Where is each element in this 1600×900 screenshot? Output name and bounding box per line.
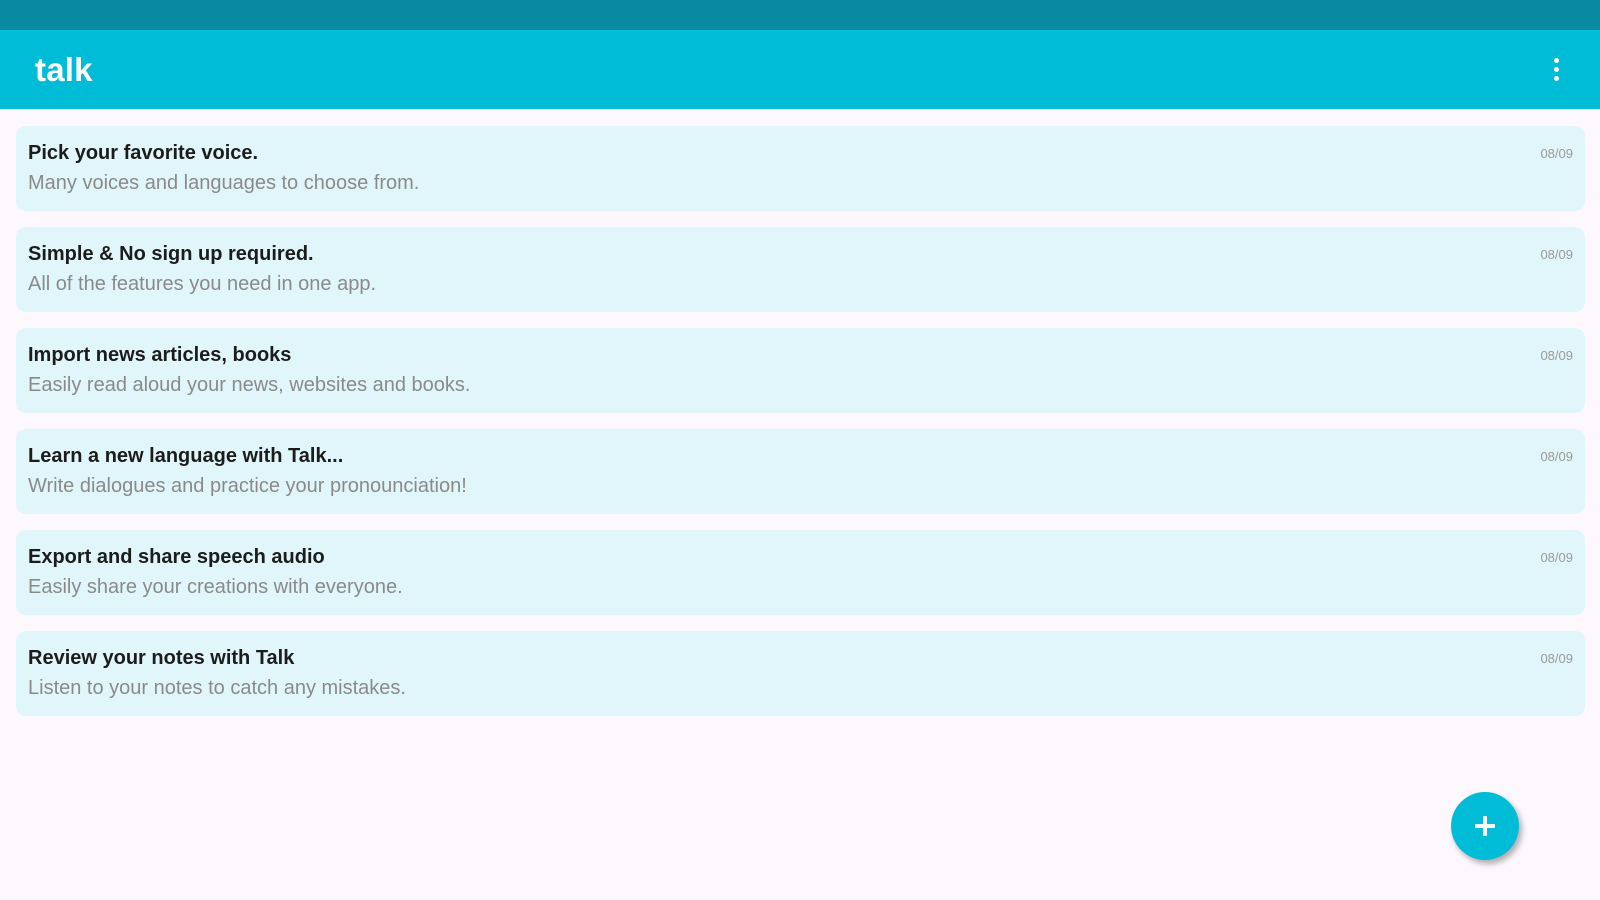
note-list: Pick your favorite voice. Many voices an… (16, 126, 1585, 716)
note-card[interactable]: Learn a new language with Talk... Write … (16, 429, 1585, 514)
note-title: Review your notes with Talk (28, 647, 295, 669)
note-title: Export and share speech audio (28, 546, 325, 568)
app-bar: talk (0, 30, 1600, 109)
note-title: Import news articles, books (28, 344, 292, 366)
note-card[interactable]: Import news articles, books Easily read … (16, 328, 1585, 413)
note-card[interactable]: Review your notes with Talk Listen to yo… (16, 631, 1585, 716)
note-title: Simple & No sign up required. (28, 243, 314, 265)
note-subtitle: Listen to your notes to catch any mistak… (28, 677, 406, 699)
note-date: 08/09 (1540, 449, 1573, 464)
note-date: 08/09 (1540, 550, 1573, 565)
note-subtitle: Easily read aloud your news, websites an… (28, 374, 471, 396)
plus-icon (1475, 816, 1495, 836)
note-date: 08/09 (1540, 146, 1573, 161)
app-title: talk (35, 50, 93, 88)
add-note-button[interactable] (1451, 792, 1519, 860)
note-subtitle: Many voices and languages to choose from… (28, 172, 420, 194)
status-bar (0, 0, 1600, 30)
note-title: Pick your favorite voice. (28, 142, 259, 164)
menu-dot (1553, 67, 1559, 72)
note-subtitle: Easily share your creations with everyon… (28, 576, 403, 598)
note-subtitle: All of the features you need in one app. (28, 273, 377, 295)
note-date: 08/09 (1540, 348, 1573, 363)
note-date: 08/09 (1540, 651, 1573, 666)
menu-dot (1553, 76, 1559, 81)
note-card[interactable]: Pick your favorite voice. Many voices an… (16, 126, 1585, 211)
more-vert-icon[interactable] (1536, 50, 1576, 90)
note-title: Learn a new language with Talk... (28, 445, 344, 467)
note-card[interactable]: Export and share speech audio Easily sha… (16, 530, 1585, 615)
menu-dot (1553, 58, 1559, 63)
note-subtitle: Write dialogues and practice your pronou… (28, 475, 467, 497)
note-card[interactable]: Simple & No sign up required. All of the… (16, 227, 1585, 312)
note-date: 08/09 (1540, 247, 1573, 262)
